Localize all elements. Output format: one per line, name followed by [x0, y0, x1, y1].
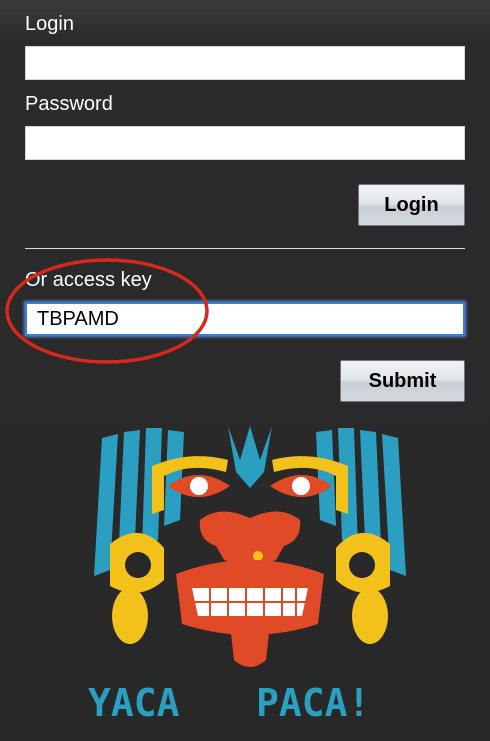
- yaca-paca-logo: YACA PACA!: [88, 426, 406, 725]
- login-field[interactable]: [25, 46, 465, 80]
- submit-button[interactable]: Submit: [340, 360, 465, 402]
- forehead-ornament: [228, 426, 272, 488]
- mouth: [176, 560, 324, 667]
- divider: [25, 248, 465, 249]
- svg-text:YACA: YACA: [88, 681, 180, 725]
- logo-wordmark: YACA PACA!: [88, 681, 370, 725]
- password-label: Password: [25, 93, 113, 115]
- nose: [199, 511, 301, 565]
- password-field[interactable]: [25, 126, 465, 160]
- login-button[interactable]: Login: [358, 184, 465, 226]
- access-key-field[interactable]: [25, 302, 465, 336]
- svg-text:PACA!: PACA!: [256, 681, 370, 725]
- password-input[interactable]: [26, 127, 464, 159]
- access-key-label: Or access key: [25, 269, 152, 291]
- access-key-input[interactable]: [27, 304, 463, 334]
- login-input[interactable]: [26, 47, 464, 79]
- login-label: Login: [25, 13, 74, 35]
